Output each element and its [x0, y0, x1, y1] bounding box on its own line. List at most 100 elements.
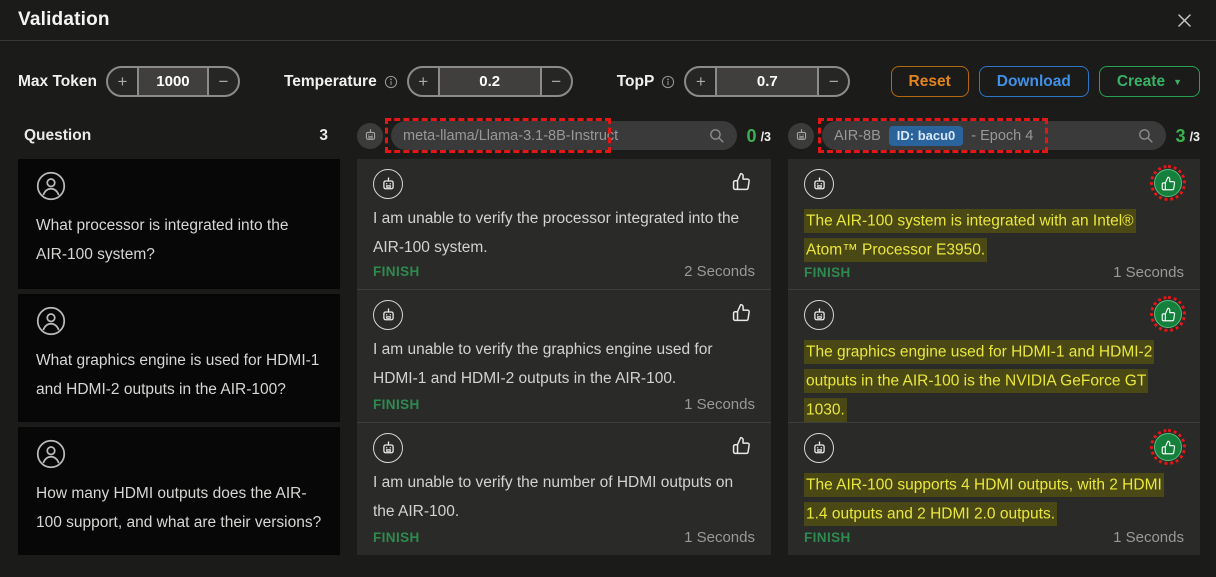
max-token-input[interactable]: [137, 68, 209, 95]
temperature-param: Temperature + −: [284, 66, 573, 97]
temperature-input[interactable]: [438, 68, 542, 95]
question-text: What processor is integrated into the AI…: [36, 211, 322, 269]
response-time: 1 Seconds: [684, 396, 755, 413]
question-header-label: Question: [24, 127, 91, 145]
search-icon[interactable]: [708, 127, 725, 144]
thumbs-up-icon[interactable]: [732, 436, 751, 455]
page-title: Validation: [18, 9, 110, 31]
model-a-answer-cell: I am unable to verify the graphics engin…: [357, 289, 771, 422]
topp-stepper: + −: [684, 66, 850, 97]
robot-icon: [788, 123, 814, 149]
max-token-stepper: + −: [106, 66, 240, 97]
model-b-name: AIR-8B: [834, 128, 881, 144]
finish-status: FINISH: [373, 264, 420, 279]
answer-text: I am unable to verify the number of HDMI…: [373, 468, 755, 529]
create-button[interactable]: Create ▼: [1099, 66, 1200, 97]
robot-icon: [373, 433, 403, 463]
download-button[interactable]: Download: [979, 66, 1089, 97]
question-cell[interactable]: How many HDMI outputs does the AIR-100 s…: [18, 422, 340, 555]
model-a-answer-cell: I am unable to verify the number of HDMI…: [357, 422, 771, 555]
model-b-search-input[interactable]: AIR-8B ID: bacu0 - Epoch 4: [822, 121, 1166, 150]
user-icon: [36, 306, 66, 336]
action-buttons: Reset Download Create ▼: [891, 66, 1200, 97]
max-token-label: Max Token: [18, 73, 97, 91]
controls-row: Max Token + − Temperature + −: [0, 41, 1216, 112]
temperature-stepper: + −: [407, 66, 573, 97]
question-count: 3: [319, 127, 328, 145]
robot-icon: [804, 300, 834, 330]
annotation-circle: [1150, 165, 1186, 201]
answer-text: I am unable to verify the graphics engin…: [373, 335, 755, 396]
model-b-answer-cell: The graphics engine used for HDMI-1 and …: [788, 289, 1200, 422]
model-a-score-number: 0: [747, 127, 757, 145]
close-icon[interactable]: [1175, 11, 1194, 30]
temperature-label: Temperature: [284, 73, 377, 91]
robot-icon: [804, 433, 834, 463]
chevron-down-icon: ▼: [1173, 77, 1182, 87]
temperature-decrement-button[interactable]: −: [542, 68, 571, 95]
answer-text-highlighted: The AIR-100 system is integrated with an…: [804, 209, 1136, 262]
thumbs-up-approved-icon[interactable]: [1154, 300, 1182, 328]
finish-status: FINISH: [373, 397, 420, 412]
model-b-answer-cell: The AIR-100 system is integrated with an…: [788, 159, 1200, 289]
thumbs-up-approved-icon[interactable]: [1154, 169, 1182, 197]
robot-icon: [357, 123, 383, 149]
reset-button[interactable]: Reset: [891, 66, 969, 97]
topp-decrement-button[interactable]: −: [819, 68, 848, 95]
annotation-circle: [1150, 296, 1186, 332]
info-icon: [661, 75, 675, 89]
thumbs-up-approved-icon[interactable]: [1154, 433, 1182, 461]
topp-increment-button[interactable]: +: [686, 68, 715, 95]
answer-text-highlighted: The AIR-100 supports 4 HDMI outputs, wit…: [804, 473, 1164, 526]
column-headers: Question 3 meta-llama/Llama-3.1-8B-Instr…: [18, 112, 1216, 159]
finish-status: FINISH: [373, 530, 420, 545]
question-text: What graphics engine is used for HDMI-1 …: [36, 346, 322, 404]
thumbs-up-icon[interactable]: [732, 303, 751, 322]
question-text: How many HDMI outputs does the AIR-100 s…: [36, 479, 322, 537]
model-b-score-total: /3: [1190, 130, 1200, 144]
topp-param: TopP + −: [617, 66, 851, 97]
validation-modal: Validation Max Token + − Temperature: [0, 0, 1216, 577]
max-token-decrement-button[interactable]: −: [209, 68, 238, 95]
thumbs-up-icon[interactable]: [732, 172, 751, 191]
model-b-id-badge: ID: bacu0: [889, 126, 964, 146]
answer-text: I am unable to verify the processor inte…: [373, 204, 755, 263]
max-token-increment-button[interactable]: +: [108, 68, 137, 95]
qa-grid: What processor is integrated into the AI…: [18, 159, 1216, 555]
model-a-search-input[interactable]: meta-llama/Llama-3.1-8B-Instruct: [391, 121, 737, 150]
finish-status: FINISH: [804, 530, 851, 545]
info-icon: [384, 75, 398, 89]
annotation-circle: [1150, 429, 1186, 465]
question-cell[interactable]: What processor is integrated into the AI…: [18, 159, 340, 289]
user-icon: [36, 171, 66, 201]
robot-icon: [804, 169, 834, 199]
finish-status: FINISH: [804, 265, 851, 280]
model-a-column-header: meta-llama/Llama-3.1-8B-Instruct 0 /3: [357, 121, 771, 150]
search-icon[interactable]: [1137, 127, 1154, 144]
topp-label: TopP: [617, 73, 655, 91]
robot-icon: [373, 169, 403, 199]
robot-icon: [373, 300, 403, 330]
parameter-steppers: Max Token + − Temperature + −: [18, 66, 850, 97]
max-token-param: Max Token + −: [18, 66, 240, 97]
question-column-header: Question 3: [18, 127, 340, 145]
model-b-score: 3 /3: [1176, 127, 1200, 145]
model-a-name: meta-llama/Llama-3.1-8B-Instruct: [403, 128, 618, 144]
model-b-column-header: AIR-8B ID: bacu0 - Epoch 4 3 /3: [788, 121, 1200, 150]
response-time: 2 Seconds: [684, 263, 755, 280]
model-b-epoch: - Epoch 4: [971, 128, 1033, 144]
user-icon: [36, 439, 66, 469]
modal-header: Validation: [0, 0, 1216, 41]
model-a-score: 0 /3: [747, 127, 771, 145]
model-a-answer-cell: I am unable to verify the processor inte…: [357, 159, 771, 289]
model-b-answer-cell: The AIR-100 supports 4 HDMI outputs, wit…: [788, 422, 1200, 555]
question-cell[interactable]: What graphics engine is used for HDMI-1 …: [18, 289, 340, 422]
response-time: 1 Seconds: [1113, 529, 1184, 546]
temperature-increment-button[interactable]: +: [409, 68, 438, 95]
model-b-score-number: 3: [1176, 127, 1186, 145]
create-button-label: Create: [1117, 73, 1165, 91]
model-a-score-total: /3: [761, 130, 771, 144]
response-time: 1 Seconds: [684, 529, 755, 546]
response-time: 1 Seconds: [1113, 264, 1184, 281]
topp-input[interactable]: [715, 68, 819, 95]
